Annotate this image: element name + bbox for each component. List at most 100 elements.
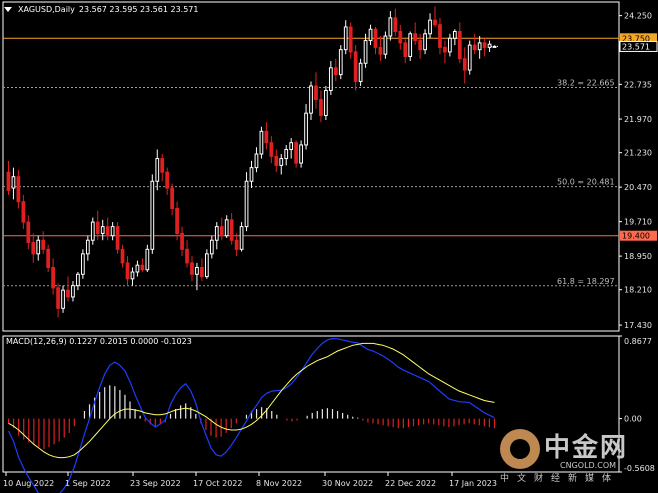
candle-body [160,158,165,173]
candle-body [487,43,492,48]
candle-body [314,85,318,101]
candle-body [299,144,303,164]
candle-body [423,33,427,51]
candle-body [204,253,209,278]
candle-body [244,180,249,228]
candle-body [363,40,368,64]
price-chart[interactable]: 38.2 = 22.665 50.0 = 20.481 61.8 = 18.297 2… [0,0,658,493]
candle-body [155,158,160,182]
candle-body [11,176,16,189]
candle-body [477,42,482,51]
candle-body [56,287,60,309]
candle-body [85,239,90,255]
candle-body [105,226,110,237]
fib-level-label: 61.8 = 18.297 [557,277,615,286]
price-tick-label: 21.230 [624,149,652,158]
date-tick-label: 17 Jan 2023 [449,479,497,488]
candle-body [190,262,194,275]
candle-body [61,289,65,309]
candle-body [472,44,477,51]
fib-level-label: 50.0 = 20.481 [557,178,615,187]
macd-tick-label: 0.8677 [624,337,652,346]
candle-body [209,239,214,255]
date-tick-label: 17 Oct 2022 [193,479,242,488]
candle-body [195,266,199,275]
candle-body [110,226,115,237]
candle-body [457,30,462,60]
price-tick-label: 18.210 [624,286,652,295]
candle-body [338,49,343,76]
candle-body [324,89,328,116]
candle-body [388,17,393,37]
fib-level-label: 38.2 = 22.665 [557,79,615,88]
candle-body [234,239,239,250]
candle-body [66,289,70,298]
candle-body [90,221,95,241]
price-tick-label: 18.950 [624,252,652,261]
date-tick-label: 10 Aug 2022 [3,479,54,488]
support-price-label: 19.400 [622,232,650,241]
candle-body [383,35,388,55]
candle-body [378,46,383,55]
candle-body [343,26,348,51]
candle-body [41,239,46,250]
candle-body [269,142,274,157]
candle-body [6,171,11,191]
candle-body [393,17,398,32]
price-tick-label: 24.250 [624,12,652,21]
candle-body [249,167,254,182]
candle-body [348,26,353,53]
price-tick-label: 19.710 [624,218,652,227]
candle-body [26,221,31,244]
candle-body [115,226,120,250]
candle-body [145,248,150,271]
candle-body [428,19,432,35]
candle-body [31,242,36,255]
candle-body [165,171,170,189]
candle-body [135,264,140,273]
price-panel-frame [2,1,620,332]
candle-body [279,158,284,166]
candle-body [125,262,130,280]
candle-body [358,62,363,82]
candle-body [81,253,85,275]
candle-body [46,248,51,268]
candle-body [433,19,437,26]
candle-body [462,58,467,71]
macd-signal-line [8,342,495,459]
candle-body [200,266,204,278]
candle-body [309,85,313,114]
candle-body [185,248,189,264]
candle-body [239,226,244,250]
candle-body [294,142,299,164]
candle-body [448,37,452,53]
candle-body [398,30,403,44]
macd-tick-label: -0.5608 [624,464,655,473]
date-tick-label: 1 Sep 2022 [65,479,111,488]
candle-body [418,40,422,51]
candle-body [328,67,333,91]
candle-body [120,248,125,264]
candle-body [443,46,447,53]
candle-body [214,226,219,241]
candle-body [413,33,418,42]
date-tick-label: 22 Dec 2022 [385,479,436,488]
candle-body [333,67,338,76]
candle-body [353,51,358,82]
date-tick-label: 23 Sep 2022 [130,479,181,488]
candle-body [16,176,21,203]
candle-body [170,187,175,209]
candle-body [373,28,378,48]
candle-body [403,42,408,57]
candle-body [452,30,457,39]
candle-body [100,226,105,234]
candle-body [319,99,323,116]
current-price-label: 23.571 [622,42,650,51]
macd-indicator-label: MACD(12,26,9) 0.1227 0.2015 0.0000 -0.10… [6,337,192,346]
candle-body [224,219,229,237]
price-tick-label: 20.470 [624,183,652,192]
candle-body [254,153,259,169]
candle-body [36,239,41,255]
candle-body [229,219,234,241]
candle-body [264,130,269,144]
